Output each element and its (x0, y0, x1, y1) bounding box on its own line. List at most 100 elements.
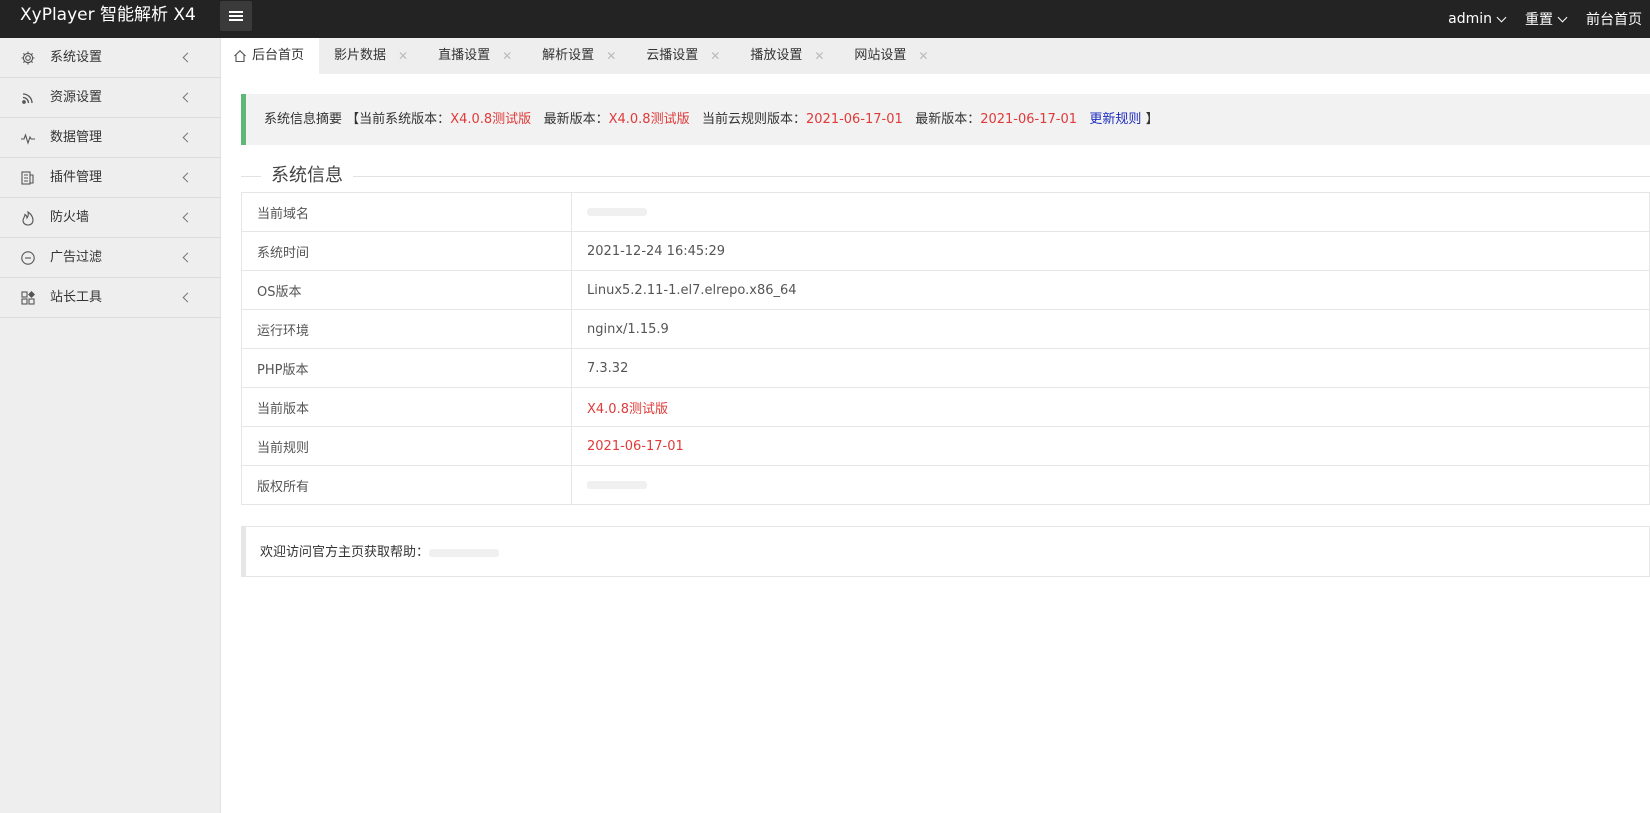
tab-bar: 后台首页 影片数据 ✕ 直播设置 ✕ 解析设置 ✕ 云播设置 ✕ 播放设置 ✕ … (221, 38, 1650, 74)
header-nav: admin 重置 前台首页 (1438, 0, 1650, 38)
pulse-icon (21, 133, 35, 145)
tab-admin-home[interactable]: 后台首页 (221, 38, 320, 74)
chevron-down-icon (1557, 12, 1568, 22)
row-key: 版权所有 (241, 465, 572, 505)
summary-title: 系统信息摘要 (264, 112, 343, 127)
close-icon[interactable]: ✕ (710, 38, 720, 74)
current-version-value: X4.0.8测试版 (450, 112, 532, 127)
close-icon[interactable]: ✕ (814, 38, 824, 74)
chevron-left-icon (182, 212, 193, 223)
sidebar: 系统设置 资源设置 数据管理 插件管理 防火墙 广告过滤 站长工具 (0, 38, 221, 813)
menu-toggle-button[interactable] (220, 1, 252, 31)
close-icon[interactable]: ✕ (398, 38, 408, 74)
apps-icon (21, 291, 35, 305)
user-name: admin (1448, 11, 1492, 27)
row-value: 7.3.32 (571, 348, 1650, 388)
app-title: XyPlayer 智能解析 X4 (20, 5, 196, 25)
table-row: 运行环境 nginx/1.15.9 (241, 309, 1650, 349)
latest-rule-value: 2021-06-17-01 (980, 112, 1078, 127)
sidebar-item-label: 系统设置 (50, 50, 103, 65)
chevron-left-icon (182, 292, 193, 303)
row-value: X4.0.8测试版 (571, 387, 1650, 427)
sidebar-item-label: 防火墙 (50, 210, 90, 225)
row-key: 当前规则 (241, 426, 572, 466)
row-key: OS版本 (241, 270, 572, 310)
summary-open-bracket: 【 (346, 112, 360, 127)
table-row: 当前域名 (241, 192, 1650, 232)
current-rule-label: 当前云规则版本： (701, 112, 806, 127)
row-key: 运行环境 (241, 309, 572, 349)
top-header: XyPlayer 智能解析 X4 admin 重置 前台首页 (0, 0, 1650, 38)
table-row: PHP版本 7.3.32 (241, 348, 1650, 388)
reset-menu[interactable]: 重置 (1515, 9, 1576, 29)
tab-live-settings[interactable]: 直播设置 ✕ (423, 38, 527, 74)
current-rule-value: 2021-06-17-01 (806, 112, 903, 127)
tab-label: 网站设置 (854, 48, 907, 63)
current-version-label: 当前系统版本： (359, 112, 451, 127)
redacted-help-link[interactable] (429, 548, 500, 557)
row-value: nginx/1.15.9 (571, 309, 1650, 349)
chevron-down-icon (1496, 12, 1507, 22)
fieldset-divider (241, 176, 1650, 177)
tab-movie-data[interactable]: 影片数据 ✕ (319, 38, 423, 74)
row-value: 2021-06-17-01 (571, 426, 1650, 466)
user-menu[interactable]: admin (1438, 11, 1515, 27)
tab-site-settings[interactable]: 网站设置 ✕ (839, 38, 943, 74)
chevron-left-icon (182, 132, 193, 143)
sidebar-item-label: 资源设置 (50, 90, 103, 105)
sidebar-item-label: 广告过滤 (50, 250, 103, 265)
plugin-icon (21, 171, 34, 185)
close-icon[interactable]: ✕ (918, 38, 928, 74)
gear-icon (21, 51, 35, 65)
latest-rule-label: 最新版本： (915, 112, 981, 127)
system-info-fieldset: 系统信息 (241, 161, 1650, 191)
row-value (571, 192, 1650, 232)
system-info-legend: 系统信息 (261, 161, 353, 191)
fire-icon (22, 210, 34, 226)
chevron-left-icon (182, 52, 193, 63)
row-key: 系统时间 (241, 231, 572, 271)
minus-circle-icon (21, 251, 35, 265)
close-icon[interactable]: ✕ (606, 38, 616, 74)
tab-label: 影片数据 (334, 48, 387, 63)
system-summary-banner: 系统信息摘要 【当前系统版本：X4.0.8测试版 最新版本：X4.0.8测试版 … (241, 94, 1650, 145)
sidebar-item-firewall[interactable]: 防火墙 (0, 198, 220, 238)
latest-version-value: X4.0.8测试版 (608, 112, 690, 127)
tab-label: 解析设置 (542, 48, 595, 63)
sidebar-item-label: 数据管理 (50, 130, 103, 145)
table-row: 当前版本 X4.0.8测试版 (241, 387, 1650, 427)
row-value (571, 465, 1650, 505)
sidebar-item-system-settings[interactable]: 系统设置 (0, 38, 220, 78)
update-rules-link[interactable]: 更新规则 (1089, 112, 1141, 127)
sidebar-item-plugin-management[interactable]: 插件管理 (0, 158, 220, 198)
row-key: 当前域名 (241, 192, 572, 232)
tab-parse-settings[interactable]: 解析设置 ✕ (527, 38, 631, 74)
frontend-home-link[interactable]: 前台首页 (1576, 9, 1650, 29)
sidebar-item-webmaster-tools[interactable]: 站长工具 (0, 278, 220, 318)
sidebar-item-data-management[interactable]: 数据管理 (0, 118, 220, 158)
help-text: 欢迎访问官方主页获取帮助： (260, 545, 430, 560)
frontend-home-label: 前台首页 (1586, 12, 1642, 28)
sidebar-item-ad-filter[interactable]: 广告过滤 (0, 238, 220, 278)
chevron-left-icon (182, 92, 193, 103)
tab-label: 播放设置 (750, 48, 803, 63)
summary-close-bracket: 】 (1145, 112, 1159, 127)
close-icon[interactable]: ✕ (502, 38, 512, 74)
tab-cloud-settings[interactable]: 云播设置 ✕ (631, 38, 735, 74)
help-notice: 欢迎访问官方主页获取帮助： (241, 526, 1650, 577)
tab-play-settings[interactable]: 播放设置 ✕ (735, 38, 839, 74)
home-icon (234, 50, 246, 63)
table-row: 系统时间 2021-12-24 16:45:29 (241, 231, 1650, 271)
redacted-copyright (587, 481, 647, 489)
sidebar-item-label: 插件管理 (50, 170, 103, 185)
chevron-left-icon (182, 172, 193, 183)
table-row: 当前规则 2021-06-17-01 (241, 426, 1650, 466)
table-row: 版权所有 (241, 465, 1650, 505)
sidebar-item-resource-settings[interactable]: 资源设置 (0, 78, 220, 118)
sidebar-item-label: 站长工具 (50, 290, 103, 305)
rss-icon (22, 93, 33, 104)
row-value: 2021-12-24 16:45:29 (571, 231, 1650, 271)
table-row: OS版本 Linux5.2.11-1.el7.elrepo.x86_64 (241, 270, 1650, 310)
chevron-left-icon (182, 252, 193, 263)
row-key: PHP版本 (241, 348, 572, 388)
